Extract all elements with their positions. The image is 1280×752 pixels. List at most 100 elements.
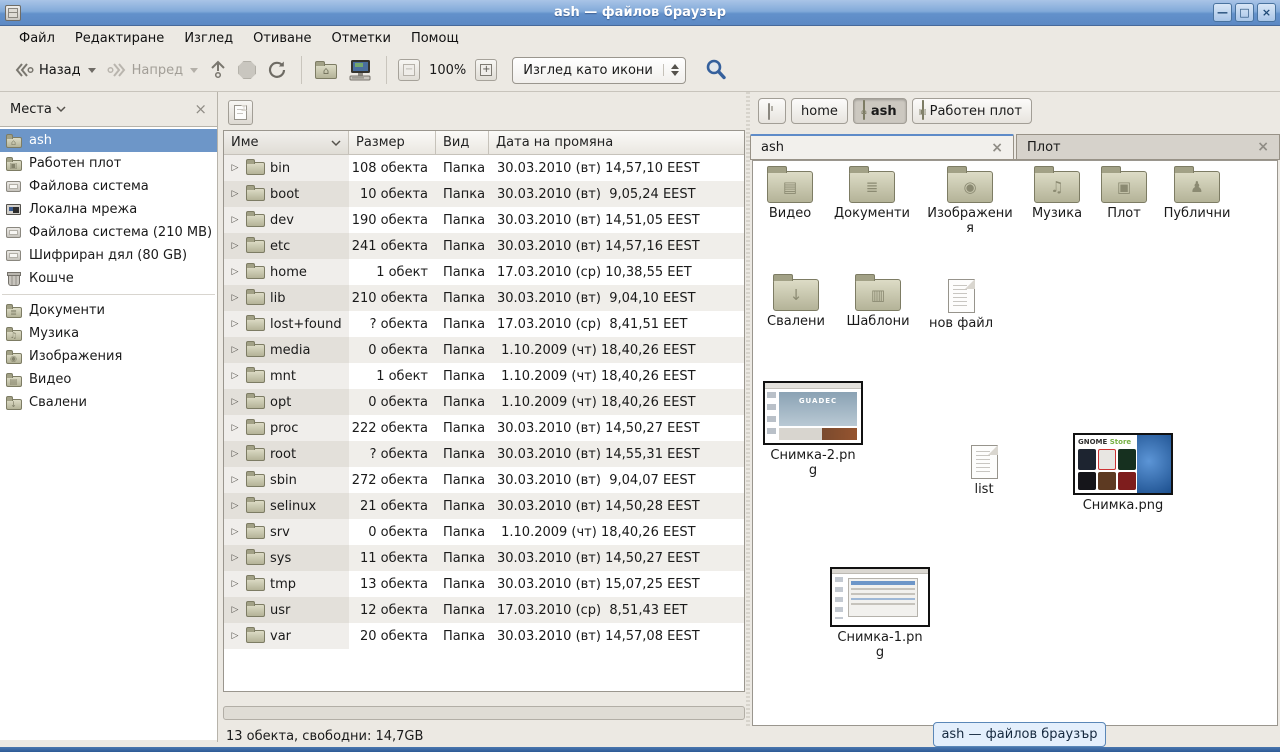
breadcrumb-button[interactable] — [758, 98, 786, 124]
table-row[interactable]: ▷ mnt 1 обект Папка 1.10.2009 (чт) 18,40… — [224, 363, 744, 389]
sidebar-item[interactable]: Файлова система (210 MB) — [0, 221, 217, 244]
view-mode-dropdown[interactable]: Изглед като икони — [512, 57, 686, 84]
row-expander-icon[interactable]: ▷ — [229, 371, 241, 381]
table-row[interactable]: ▷ usr 12 обекта Папка 17.03.2010 (ср) 8,… — [224, 597, 744, 623]
file-icon-item[interactable]: GUADEC Снимка-2.png — [765, 381, 861, 479]
row-expander-icon[interactable]: ▷ — [229, 605, 241, 615]
table-row[interactable]: ▷ tmp 13 обекта Папка 30.03.2010 (вт) 15… — [224, 571, 744, 597]
file-icon-item[interactable]: GNOME Store Снимка.png — [1075, 433, 1171, 514]
menu-item[interactable]: Файл — [10, 29, 64, 48]
forward-history-chevron-icon[interactable] — [190, 68, 198, 73]
table-row[interactable]: ▷ srv 0 обекта Папка 1.10.2009 (чт) 18,4… — [224, 519, 744, 545]
file-icon-item[interactable]: Снимка-1.png — [832, 567, 928, 661]
table-row[interactable]: ▷ lib 210 обекта Папка 30.03.2010 (вт) 9… — [224, 285, 744, 311]
sidebar-close-icon[interactable]: × — [194, 100, 207, 118]
table-row[interactable]: ▷ lost+found ? обекта Папка 17.03.2010 (… — [224, 311, 744, 337]
row-expander-icon[interactable]: ▷ — [229, 449, 241, 459]
table-row[interactable]: ▷ selinux 21 обекта Папка 30.03.2010 (вт… — [224, 493, 744, 519]
back-button[interactable]: Назад — [8, 56, 101, 84]
tab[interactable]: ash × — [750, 134, 1014, 159]
row-expander-icon[interactable]: ▷ — [229, 189, 241, 199]
menu-item[interactable]: Редактиране — [66, 29, 173, 48]
row-expander-icon[interactable]: ▷ — [229, 423, 241, 433]
table-row[interactable]: ▷ bin 108 обекта Папка 30.03.2010 (вт) 1… — [224, 155, 744, 181]
breadcrumb-button[interactable]: ▣ Работен плот — [912, 98, 1032, 124]
table-row[interactable]: ▷ home 1 обект Папка 17.03.2010 (ср) 10,… — [224, 259, 744, 285]
row-expander-icon[interactable]: ▷ — [229, 553, 241, 563]
sidebar-mode-selector[interactable]: Места — [10, 102, 66, 117]
file-icon-item[interactable]: ▥ Шаблони — [830, 279, 926, 330]
stop-button[interactable] — [233, 57, 261, 83]
minimize-button[interactable]: — — [1213, 3, 1232, 22]
sidebar-item[interactable]: Шифриран дял (80 GB) — [0, 244, 217, 267]
taskbar-window-button[interactable]: ash — файлов браузър — [933, 722, 1106, 747]
sidebar-item[interactable]: Локална мрежа — [0, 198, 217, 221]
file-icon-item[interactable]: ◉ Изображения — [922, 171, 1018, 237]
tab[interactable]: Плот × — [1016, 134, 1280, 159]
back-history-chevron-icon[interactable] — [88, 68, 96, 73]
breadcrumb-button[interactable]: home — [791, 98, 848, 124]
horizontal-scrollbar[interactable] — [223, 706, 745, 720]
sidebar-item[interactable]: Кошче — [0, 267, 217, 290]
sidebar-item[interactable]: ⌂ ash — [0, 129, 217, 152]
zoom-in-button[interactable]: + — [475, 59, 497, 81]
sidebar-item[interactable]: ◉ Изображения — [0, 345, 217, 368]
breadcrumb-button[interactable]: ⌂ ash — [853, 98, 907, 124]
table-row[interactable]: ▷ opt 0 обекта Папка 1.10.2009 (чт) 18,4… — [224, 389, 744, 415]
column-header-name[interactable]: Име — [224, 131, 349, 154]
close-button[interactable]: × — [1257, 3, 1276, 22]
row-expander-icon[interactable]: ▷ — [229, 579, 241, 589]
row-expander-icon[interactable]: ▷ — [229, 631, 241, 641]
row-expander-icon[interactable]: ▷ — [229, 267, 241, 277]
search-button[interactable] — [700, 54, 732, 86]
table-row[interactable]: ▷ boot 10 обекта Папка 30.03.2010 (вт) 9… — [224, 181, 744, 207]
row-expander-icon[interactable]: ▷ — [229, 319, 241, 329]
menu-item[interactable]: Отметки — [322, 29, 399, 48]
row-expander-icon[interactable]: ▷ — [229, 475, 241, 485]
row-expander-icon[interactable]: ▷ — [229, 501, 241, 511]
file-icon-item[interactable]: ≣ Документи — [824, 171, 920, 222]
sidebar-item[interactable]: ▣ Работен плот — [0, 152, 217, 175]
sidebar-item[interactable]: ♫ Музика — [0, 322, 217, 345]
row-expander-icon[interactable]: ▷ — [229, 215, 241, 225]
table-row[interactable]: ▷ media 0 обекта Папка 1.10.2009 (чт) 18… — [224, 337, 744, 363]
sidebar-item[interactable]: Файлова система — [0, 175, 217, 198]
table-row[interactable]: ▷ proc 222 обекта Папка 30.03.2010 (вт) … — [224, 415, 744, 441]
computer-button[interactable] — [342, 54, 378, 86]
zoom-out-button[interactable]: − — [398, 59, 420, 81]
sidebar-item[interactable]: ↓ Свалени — [0, 391, 217, 414]
menu-item[interactable]: Изглед — [175, 29, 242, 48]
row-expander-icon[interactable]: ▷ — [229, 241, 241, 251]
maximize-button[interactable]: □ — [1235, 3, 1254, 22]
tab-close-icon[interactable]: × — [991, 140, 1003, 156]
file-icon-item[interactable]: нов файл — [913, 279, 1009, 332]
titlebar[interactable]: ash — файлов браузър — □ × — [0, 0, 1280, 26]
column-header-date[interactable]: Дата на промяна — [489, 131, 744, 154]
table-row[interactable]: ▷ root ? обекта Папка 30.03.2010 (вт) 14… — [224, 441, 744, 467]
row-expander-icon[interactable]: ▷ — [229, 163, 241, 173]
table-row[interactable]: ▷ dev 190 обекта Папка 30.03.2010 (вт) 1… — [224, 207, 744, 233]
table-row[interactable]: ▷ sbin 272 обекта Папка 30.03.2010 (вт) … — [224, 467, 744, 493]
pane-location-button[interactable] — [228, 100, 253, 125]
menu-item[interactable]: Помощ — [402, 29, 468, 48]
row-expander-icon[interactable]: ▷ — [229, 527, 241, 537]
sidebar-item[interactable]: ▤ Видео — [0, 368, 217, 391]
pane-splitter[interactable] — [746, 92, 750, 728]
menu-item[interactable]: Отиване — [244, 29, 320, 48]
forward-button[interactable]: Напред — [101, 56, 203, 84]
column-header-type[interactable]: Вид — [436, 131, 489, 154]
row-expander-icon[interactable]: ▷ — [229, 293, 241, 303]
table-row[interactable]: ▷ sys 11 обекта Папка 30.03.2010 (вт) 14… — [224, 545, 744, 571]
file-icon-item[interactable]: ♟ Публични — [1149, 171, 1245, 222]
home-button[interactable]: ⌂ — [310, 57, 342, 83]
file-icon-item[interactable]: list — [936, 445, 1032, 498]
tab-close-icon[interactable]: × — [1257, 139, 1269, 155]
row-expander-icon[interactable]: ▷ — [229, 345, 241, 355]
column-header-size[interactable]: Размер — [349, 131, 436, 154]
row-expander-icon[interactable]: ▷ — [229, 397, 241, 407]
reload-button[interactable] — [261, 55, 293, 85]
table-row[interactable]: ▷ etc 241 обекта Папка 30.03.2010 (вт) 1… — [224, 233, 744, 259]
table-row[interactable]: ▷ var 20 обекта Папка 30.03.2010 (вт) 14… — [224, 623, 744, 649]
sidebar-item[interactable]: ≣ Документи — [0, 299, 217, 322]
up-button[interactable] — [203, 55, 233, 85]
